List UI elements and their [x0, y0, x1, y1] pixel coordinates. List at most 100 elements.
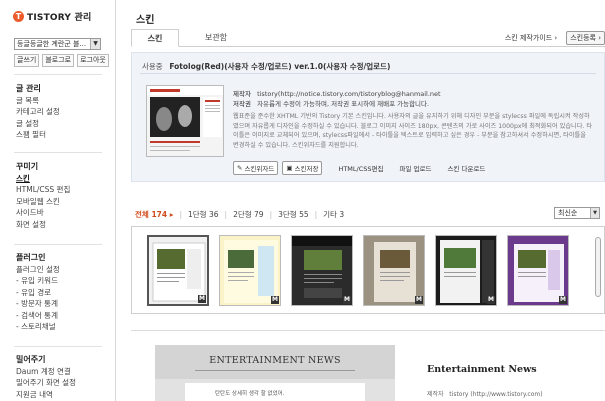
go-to-blog-link[interactable]: 블로그로 — [42, 54, 75, 67]
sidebar-item-support-history[interactable]: 지원금 내역 — [16, 389, 76, 400]
thumbnail-scrollbar[interactable] — [595, 237, 601, 297]
sidebar-item-boost-screen[interactable]: 밀어주기 화면 설정 — [16, 377, 76, 388]
sidebar-item-html-css-edit[interactable]: HTML/CSS 편집 — [16, 184, 70, 195]
skin-thumbnail[interactable]: M — [435, 235, 497, 306]
divider — [195, 370, 355, 371]
skin-thumbnail[interactable]: M — [363, 235, 425, 306]
skin-maker-guide-link[interactable]: 스킨 제작가이드 › — [505, 33, 557, 43]
skin-actions: ✎ 스킨위자드 ▣ 스킨저장 HTML/CSS편집 파일 업로드 스킨 다운로드 — [233, 161, 485, 175]
sidebar-item-sidebar[interactable]: 사이드바 — [16, 207, 70, 218]
skin-filters: 전체 174 ▸ | 1단형 36 | 2단형 79 | 3단형 55 | 기타… — [135, 209, 344, 220]
skin-name: Fotolog(Red)(사용자 수정/업로드) ver.1.0(사용자 수정/… — [169, 62, 391, 71]
quick-links: 글쓰기 블로그로 로그아웃 — [14, 54, 109, 67]
skin-status: 사용중 — [142, 62, 163, 71]
skin-heading: 사용중 Fotolog(Red)(사용자 수정/업로드) ver.1.0(사용자… — [142, 61, 390, 72]
blog-select[interactable]: 등글등글한 계란군 블... ▼ — [14, 38, 101, 50]
mobile-badge: M — [271, 296, 279, 304]
divider — [14, 152, 102, 153]
sidebar-item-search-stats[interactable]: - 검색어 통계 — [16, 310, 60, 321]
sidebar-heading: 글 관리 — [16, 84, 41, 93]
preview-skin-title: Entertainment News — [427, 364, 537, 375]
html-css-edit-link[interactable]: HTML/CSS편집 — [338, 163, 383, 173]
filter-two-column[interactable]: 2단형 79 — [233, 209, 264, 220]
sidebar-item-visitor-stats[interactable]: - 방문자 통계 — [16, 298, 60, 309]
mobile-badge: M — [487, 296, 495, 304]
filter-other[interactable]: 기타 3 — [323, 209, 344, 220]
preview-post-card: 탄탄도 상세히 생각 할 없었어. — [185, 383, 365, 401]
sidebar-item-skin[interactable]: 스킨 — [16, 173, 70, 184]
tistory-logo[interactable]: T TISTORY 관리 — [13, 10, 91, 23]
sidebar-group-decorate: 꾸미기 스킨 HTML/CSS 편집 모바일웹 스킨 사이드바 화면 설정 — [16, 160, 70, 230]
chevron-down-icon: ▼ — [590, 208, 599, 218]
sidebar-item-mobile-skin[interactable]: 모바일웹 스킨 — [16, 196, 70, 207]
fotolog-skin-preview-image — [147, 86, 223, 156]
sidebar-item-inflow-keywords[interactable]: - 유입 키워드 — [16, 275, 60, 286]
sidebar-item-spam-filter[interactable]: 스팸 필터 — [16, 129, 60, 140]
skin-thumbnail[interactable]: M — [219, 235, 281, 306]
skin-thumbnail[interactable]: M — [507, 235, 569, 306]
sidebar-item-screen-settings[interactable]: 화면 설정 — [16, 219, 70, 230]
skin-download-link[interactable]: 스킨 다운로드 — [447, 163, 485, 173]
skin-register-button[interactable]: 스킨등록 › — [566, 31, 605, 45]
admin-sidebar: T TISTORY 관리 등글등글한 계란군 블... ▼ 글쓰기 블로그로 로… — [0, 0, 116, 401]
preview-blog-title: ENTERTAINMENT NEWS — [209, 355, 341, 366]
mobile-badge: M — [198, 295, 206, 303]
chevron-down-icon: ▼ — [90, 39, 100, 49]
write-post-link[interactable]: 글쓰기 — [14, 54, 40, 67]
divider — [14, 244, 102, 245]
sidebar-group-posts: 글 관리 글 목록 카테고리 설정 글 설정 스팸 필터 — [16, 82, 60, 141]
sidebar-heading: 밀어주기 — [16, 355, 46, 364]
skin-save-button[interactable]: ▣ 스킨저장 — [282, 161, 323, 175]
sort-select[interactable]: 최신순 ▼ — [554, 207, 600, 219]
current-skin-panel: 사용중 Fotolog(Red)(사용자 수정/업로드) ver.1.0(사용자… — [131, 52, 605, 182]
sidebar-item-post-settings[interactable]: 글 설정 — [16, 118, 60, 129]
tab-skin[interactable]: 스킨 — [131, 29, 179, 47]
skin-wizard-button[interactable]: ✎ 스킨위자드 — [233, 161, 279, 175]
logout-link[interactable]: 로그아웃 — [77, 54, 109, 67]
divider: | — [269, 210, 273, 219]
mobile-badge: M — [415, 296, 423, 304]
skin-thumbnail[interactable]: M — [291, 235, 353, 306]
skin-tabs: 스킨 보관함 스킨 제작가이드 › 스킨등록 › — [131, 29, 605, 47]
skin-preview-info: Entertainment News 제작자 tistory (http://w… — [427, 364, 597, 398]
sidebar-item-category-settings[interactable]: 카테고리 설정 — [16, 106, 60, 117]
mobile-badge: M — [343, 296, 351, 304]
tistory-logo-icon: T — [13, 11, 24, 22]
tab-archive[interactable]: 보관함 — [191, 29, 241, 47]
preview-post-text: 탄탄도 상세히 생각 할 없었어. — [215, 391, 285, 397]
sidebar-item-inflow-path[interactable]: - 유입 경로 — [16, 287, 60, 298]
mobile-badge: M — [559, 296, 567, 304]
file-upload-link[interactable]: 파일 업로드 — [399, 163, 431, 173]
divider — [140, 73, 596, 74]
save-icon: ▣ — [286, 164, 293, 172]
sidebar-item-daum-account[interactable]: Daum 계정 연결 — [16, 366, 76, 377]
divider: | — [314, 210, 318, 219]
sidebar-heading: 플러그인 — [16, 253, 46, 262]
pencil-icon: ✎ — [237, 164, 243, 172]
sidebar-item-post-list[interactable]: 글 목록 — [16, 95, 60, 106]
skin-preview-page: ENTERTAINMENT NEWS 탄탄도 상세히 생각 할 없었어. — [155, 345, 395, 401]
skin-thumbnail[interactable]: M — [147, 235, 209, 306]
divider — [14, 74, 102, 75]
skin-maker-row: 제작자 tistory(http://notice.tistory.com/ti… — [233, 90, 441, 98]
filter-all[interactable]: 전체 174 ▸ — [135, 209, 173, 220]
sidebar-item-plugin-settings[interactable]: 플러그인 설정 — [16, 264, 60, 275]
divider: | — [224, 210, 228, 219]
page-title: 스킨 — [136, 15, 155, 26]
filter-one-column[interactable]: 1단형 36 — [188, 209, 219, 220]
blog-select-value: 등글등글한 계란군 블... — [17, 40, 87, 48]
sidebar-item-story-channel[interactable]: - 스토리채널 — [16, 321, 60, 332]
divider — [14, 346, 102, 347]
skin-license-row: 저작권 자유롭게 수정이 가능하며, 저작권 표시하에 재배포 가능합니다. — [233, 100, 430, 108]
main-content: 스킨 스킨 보관함 스킨 제작가이드 › 스킨등록 › 사용중 Fotolog(… — [117, 0, 605, 401]
logo-text: TISTORY 관리 — [27, 13, 92, 23]
skin-preview: ENTERTAINMENT NEWS 탄탄도 상세히 생각 할 없었어. Ent… — [131, 330, 605, 401]
current-skin-thumbnail — [146, 85, 224, 157]
sidebar-group-plugins: 플러그인 플러그인 설정 - 유입 키워드 - 유입 경로 - 방문자 통계 -… — [16, 251, 60, 332]
sidebar-group-boost: 밀어주기 Daum 계정 연결 밀어주기 화면 설정 지원금 내역 — [16, 353, 76, 400]
divider: | — [179, 210, 183, 219]
sort-select-value: 최신순 — [558, 209, 578, 217]
filter-three-column[interactable]: 3단형 55 — [278, 209, 309, 220]
skin-thumbnail-strip: M M M M M M — [131, 226, 605, 314]
preview-skin-maker: 제작자 tistory (http://www.tistory.com) — [427, 391, 543, 398]
